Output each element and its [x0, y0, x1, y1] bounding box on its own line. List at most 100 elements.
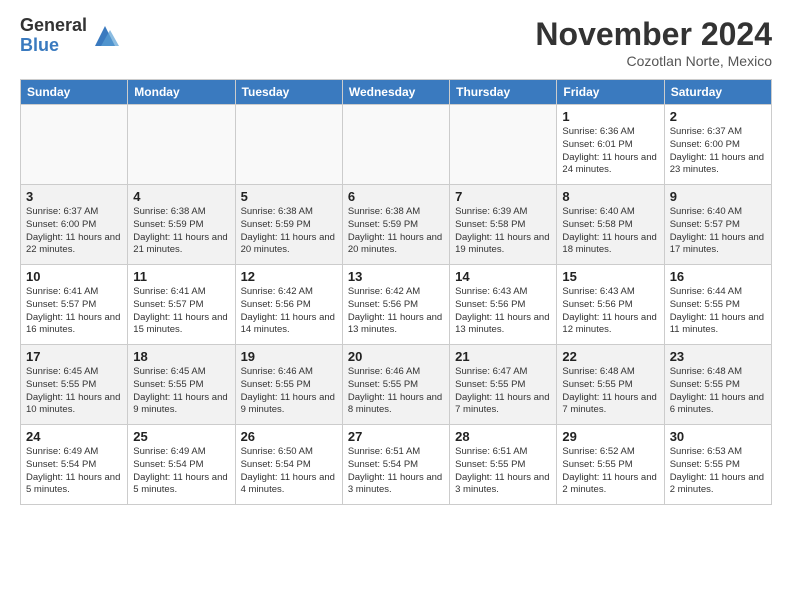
table-row: 4Sunrise: 6:38 AM Sunset: 5:59 PM Daylig…: [128, 185, 235, 265]
day-info: Sunrise: 6:41 AM Sunset: 5:57 PM Dayligh…: [133, 286, 229, 337]
col-sunday: Sunday: [21, 80, 128, 105]
day-number: 21: [455, 349, 551, 364]
day-number: 2: [670, 109, 766, 124]
day-number: 19: [241, 349, 337, 364]
table-row: 2 Sunrise: 6:37 AM Sunset: 6:00 PM Daylig…: [664, 105, 771, 185]
table-row: 15 Sunrise: 6:43 AM Sunset: 5:56 PM Dayli…: [557, 265, 664, 345]
logo-blue: Blue: [20, 36, 87, 56]
day-number: 6: [348, 189, 444, 204]
table-row: 24 Sunrise: 6:49 AM Sunset: 5:54 PM Dayli…: [21, 425, 128, 505]
table-row: 14Sunrise: 6:43 AM Sunset: 5:56 PM Dayli…: [450, 265, 557, 345]
calendar-week-row: 17Sunrise: 6:45 AM Sunset: 5:55 PM Dayli…: [21, 345, 772, 425]
table-row: 23 Sunrise: 6:48 AM Sunset: 5:55 PM Dayli…: [664, 345, 771, 425]
table-row: 13Sunrise: 6:42 AM Sunset: 5:56 PM Dayli…: [342, 265, 449, 345]
table-row: 8 Sunrise: 6:40 AM Sunset: 5:58 PM Daylig…: [557, 185, 664, 265]
table-row: 1 Sunrise: 6:36 AM Sunset: 6:01 PM Daylig…: [557, 105, 664, 185]
day-info: Sunrise: 6:38 AM Sunset: 5:59 PM Dayligh…: [241, 206, 337, 257]
table-row: 16 Sunrise: 6:44 AM Sunset: 5:55 PM Dayli…: [664, 265, 771, 345]
table-row: 29Sunrise: 6:52 AM Sunset: 5:55 PM Dayli…: [557, 425, 664, 505]
table-row: 20Sunrise: 6:46 AM Sunset: 5:55 PM Dayli…: [342, 345, 449, 425]
day-number: 25: [133, 429, 229, 444]
day-info: Sunrise: 6:47 AM Sunset: 5:55 PM Dayligh…: [455, 366, 551, 417]
day-info: Sunrise: 6:46 AM Sunset: 5:55 PM Dayligh…: [241, 366, 337, 417]
day-number: 30: [670, 429, 766, 444]
day-number: 15: [562, 269, 658, 284]
table-row: 5 Sunrise: 6:38 AM Sunset: 5:59 PM Daylig…: [235, 185, 342, 265]
day-number: 24: [26, 429, 122, 444]
day-number: 22: [562, 349, 658, 364]
table-row: 22 Sunrise: 6:48 AM Sunset: 5:55 PM Dayli…: [557, 345, 664, 425]
table-row: 11 Sunrise: 6:41 AM Sunset: 5:57 PM Dayli…: [128, 265, 235, 345]
table-row: 21 Sunrise: 6:47 AM Sunset: 5:55 PM Dayli…: [450, 345, 557, 425]
day-info: Sunrise: 6:37 AM Sunset: 6:00 PM Dayligh…: [670, 126, 766, 177]
col-saturday: Saturday: [664, 80, 771, 105]
table-row: 6 Sunrise: 6:38 AM Sunset: 5:59 PM Daylig…: [342, 185, 449, 265]
day-number: 23: [670, 349, 766, 364]
col-thursday: Thursday: [450, 80, 557, 105]
table-row: [128, 105, 235, 185]
table-row: 17Sunrise: 6:45 AM Sunset: 5:55 PM Dayli…: [21, 345, 128, 425]
calendar-week-row: 3 Sunrise: 6:37 AM Sunset: 6:00 PM Daylig…: [21, 185, 772, 265]
table-row: 12 Sunrise: 6:42 AM Sunset: 5:56 PM Dayli…: [235, 265, 342, 345]
col-tuesday: Tuesday: [235, 80, 342, 105]
day-info: Sunrise: 6:38 AM Sunset: 5:59 PM Dayligh…: [348, 206, 444, 257]
day-info: Sunrise: 6:43 AM Sunset: 5:56 PM Dayligh…: [562, 286, 658, 337]
day-number: 18: [133, 349, 229, 364]
table-row: [21, 105, 128, 185]
header: General Blue November 2024 Cozotlan Nort…: [20, 16, 772, 69]
title-block: November 2024 Cozotlan Norte, Mexico: [535, 16, 772, 69]
table-row: 28 Sunrise: 6:51 AM Sunset: 5:55 PM Dayli…: [450, 425, 557, 505]
day-number: 26: [241, 429, 337, 444]
day-info: Sunrise: 6:51 AM Sunset: 5:55 PM Dayligh…: [455, 446, 551, 497]
table-row: 9 Sunrise: 6:40 AM Sunset: 5:57 PM Daylig…: [664, 185, 771, 265]
day-info: Sunrise: 6:40 AM Sunset: 5:58 PM Dayligh…: [562, 206, 658, 257]
logo-text: General Blue: [20, 16, 87, 56]
day-info: Sunrise: 6:41 AM Sunset: 5:57 PM Dayligh…: [26, 286, 122, 337]
day-info: Sunrise: 6:40 AM Sunset: 5:57 PM Dayligh…: [670, 206, 766, 257]
day-number: 8: [562, 189, 658, 204]
logo-icon: [91, 22, 119, 50]
day-info: Sunrise: 6:49 AM Sunset: 5:54 PM Dayligh…: [26, 446, 122, 497]
day-number: 13: [348, 269, 444, 284]
day-info: Sunrise: 6:39 AM Sunset: 5:58 PM Dayligh…: [455, 206, 551, 257]
calendar-week-row: 10 Sunrise: 6:41 AM Sunset: 5:57 PM Dayli…: [21, 265, 772, 345]
day-info: Sunrise: 6:37 AM Sunset: 6:00 PM Dayligh…: [26, 206, 122, 257]
day-number: 27: [348, 429, 444, 444]
table-row: [235, 105, 342, 185]
day-number: 9: [670, 189, 766, 204]
day-number: 12: [241, 269, 337, 284]
day-info: Sunrise: 6:42 AM Sunset: 5:56 PM Dayligh…: [241, 286, 337, 337]
calendar-week-row: 1 Sunrise: 6:36 AM Sunset: 6:01 PM Daylig…: [21, 105, 772, 185]
logo-general: General: [20, 16, 87, 36]
table-row: 25 Sunrise: 6:49 AM Sunset: 5:54 PM Dayli…: [128, 425, 235, 505]
calendar-week-row: 24 Sunrise: 6:49 AM Sunset: 5:54 PM Dayli…: [21, 425, 772, 505]
day-info: Sunrise: 6:45 AM Sunset: 5:55 PM Dayligh…: [133, 366, 229, 417]
day-number: 16: [670, 269, 766, 284]
col-wednesday: Wednesday: [342, 80, 449, 105]
day-info: Sunrise: 6:48 AM Sunset: 5:55 PM Dayligh…: [670, 366, 766, 417]
col-friday: Friday: [557, 80, 664, 105]
day-number: 11: [133, 269, 229, 284]
page: General Blue November 2024 Cozotlan Nort…: [0, 0, 792, 515]
day-number: 29: [562, 429, 658, 444]
day-info: Sunrise: 6:45 AM Sunset: 5:55 PM Dayligh…: [26, 366, 122, 417]
day-number: 28: [455, 429, 551, 444]
location: Cozotlan Norte, Mexico: [535, 53, 772, 69]
day-number: 20: [348, 349, 444, 364]
calendar: Sunday Monday Tuesday Wednesday Thursday…: [20, 79, 772, 505]
day-info: Sunrise: 6:48 AM Sunset: 5:55 PM Dayligh…: [562, 366, 658, 417]
day-number: 3: [26, 189, 122, 204]
table-row: [342, 105, 449, 185]
day-number: 1: [562, 109, 658, 124]
table-row: 10 Sunrise: 6:41 AM Sunset: 5:57 PM Dayli…: [21, 265, 128, 345]
day-number: 10: [26, 269, 122, 284]
day-info: Sunrise: 6:50 AM Sunset: 5:54 PM Dayligh…: [241, 446, 337, 497]
day-info: Sunrise: 6:49 AM Sunset: 5:54 PM Dayligh…: [133, 446, 229, 497]
table-row: 30 Sunrise: 6:53 AM Sunset: 5:55 PM Dayli…: [664, 425, 771, 505]
day-info: Sunrise: 6:36 AM Sunset: 6:01 PM Dayligh…: [562, 126, 658, 177]
day-info: Sunrise: 6:44 AM Sunset: 5:55 PM Dayligh…: [670, 286, 766, 337]
day-number: 5: [241, 189, 337, 204]
day-info: Sunrise: 6:53 AM Sunset: 5:55 PM Dayligh…: [670, 446, 766, 497]
table-row: [450, 105, 557, 185]
day-number: 7: [455, 189, 551, 204]
